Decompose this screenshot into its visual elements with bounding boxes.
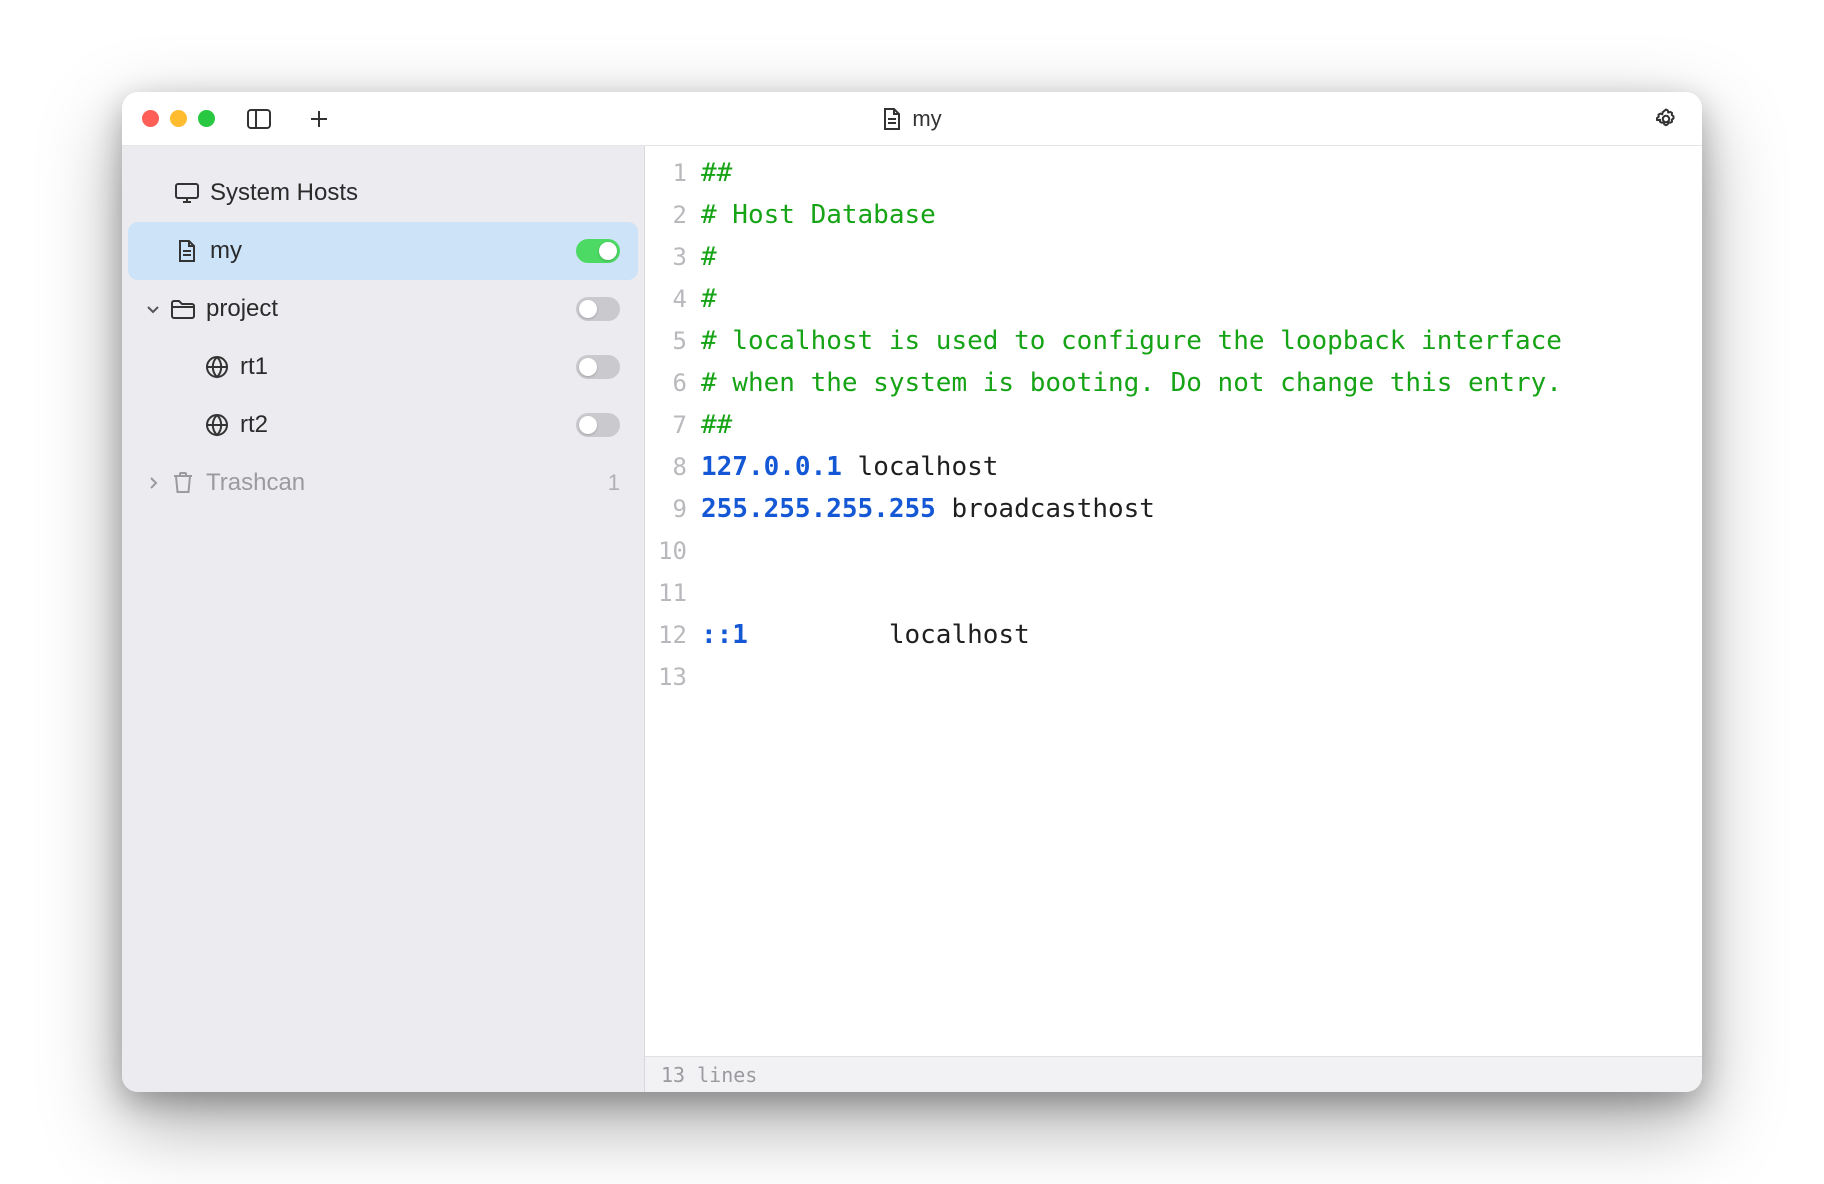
file-icon — [170, 239, 204, 263]
line-content[interactable]: 127.0.0.1 localhost — [701, 446, 998, 488]
close-window-button[interactable] — [142, 110, 159, 127]
sidebar-item-label: my — [210, 237, 576, 265]
add-button[interactable] — [303, 103, 335, 135]
sidebar-item-label: project — [206, 295, 576, 323]
folder-icon — [166, 298, 200, 320]
titlebar: my — [122, 92, 1702, 146]
editor-pane: 1##2# Host Database3#4#5# localhost is u… — [645, 146, 1702, 1092]
line-number: 7 — [645, 404, 701, 446]
editor-line[interactable]: 1## — [645, 152, 1702, 194]
file-icon — [882, 107, 902, 131]
sidebar: System Hosts my — [122, 146, 645, 1092]
line-number: 11 — [645, 572, 701, 614]
line-content[interactable]: # Host Database — [701, 194, 936, 236]
line-content[interactable]: # — [701, 236, 717, 278]
app-window: my System Hosts — [122, 92, 1702, 1092]
editor-line[interactable]: 7## — [645, 404, 1702, 446]
globe-icon — [200, 413, 234, 437]
sidebar-item-system-hosts[interactable]: System Hosts — [128, 164, 638, 222]
toggle-rt2[interactable] — [576, 413, 620, 437]
line-number: 10 — [645, 530, 701, 572]
line-number: 1 — [645, 152, 701, 194]
editor-line[interactable]: 8127.0.0.1 localhost — [645, 446, 1702, 488]
line-number: 13 — [645, 656, 701, 698]
editor-line[interactable]: 5# localhost is used to configure the lo… — [645, 320, 1702, 362]
code-editor[interactable]: 1##2# Host Database3#4#5# localhost is u… — [645, 146, 1702, 1056]
line-content[interactable]: ::1 localhost — [701, 614, 1030, 656]
line-number: 5 — [645, 320, 701, 362]
window-controls — [142, 110, 215, 127]
toggle-rt1[interactable] — [576, 355, 620, 379]
settings-button[interactable] — [1650, 103, 1682, 135]
line-number: 9 — [645, 488, 701, 530]
trash-icon — [166, 471, 200, 495]
toggle-project[interactable] — [576, 297, 620, 321]
window-title: my — [912, 106, 941, 132]
line-content[interactable]: # localhost is used to configure the loo… — [701, 320, 1562, 362]
globe-icon — [200, 355, 234, 379]
sidebar-item-my[interactable]: my — [128, 222, 638, 280]
trash-count: 1 — [608, 470, 620, 496]
editor-line[interactable]: 13 — [645, 656, 1702, 698]
minimize-window-button[interactable] — [170, 110, 187, 127]
maximize-window-button[interactable] — [198, 110, 215, 127]
sidebar-item-rt2[interactable]: rt2 — [128, 396, 638, 454]
line-number: 12 — [645, 614, 701, 656]
status-bar: 13 lines — [645, 1056, 1702, 1092]
toggle-my[interactable] — [576, 239, 620, 263]
line-number: 2 — [645, 194, 701, 236]
sidebar-item-trashcan[interactable]: Trashcan 1 — [128, 454, 638, 512]
sidebar-item-project[interactable]: project — [128, 280, 638, 338]
editor-line[interactable]: 4# — [645, 278, 1702, 320]
editor-line[interactable]: 3# — [645, 236, 1702, 278]
line-number: 4 — [645, 278, 701, 320]
editor-line[interactable]: 6# when the system is booting. Do not ch… — [645, 362, 1702, 404]
line-content[interactable]: ## — [701, 152, 732, 194]
sidebar-item-label: rt2 — [240, 411, 576, 439]
editor-line[interactable]: 12::1 localhost — [645, 614, 1702, 656]
sidebar-item-label: Trashcan — [206, 469, 598, 497]
sidebar-item-label: rt1 — [240, 353, 576, 381]
monitor-icon — [170, 182, 204, 204]
editor-line[interactable]: 9255.255.255.255 broadcasthost — [645, 488, 1702, 530]
line-number: 3 — [645, 236, 701, 278]
editor-line[interactable]: 10 — [645, 530, 1702, 572]
line-number: 8 — [645, 446, 701, 488]
toggle-sidebar-button[interactable] — [243, 103, 275, 135]
editor-line[interactable]: 2# Host Database — [645, 194, 1702, 236]
sidebar-item-rt1[interactable]: rt1 — [128, 338, 638, 396]
line-number: 6 — [645, 362, 701, 404]
line-content[interactable]: # — [701, 278, 717, 320]
editor-line[interactable]: 11 — [645, 572, 1702, 614]
line-content[interactable]: # when the system is booting. Do not cha… — [701, 362, 1562, 404]
line-content[interactable]: 255.255.255.255 broadcasthost — [701, 488, 1155, 530]
chevron-down-icon — [140, 301, 166, 317]
sidebar-item-label: System Hosts — [210, 179, 620, 207]
status-text: 13 lines — [661, 1063, 757, 1087]
line-content[interactable]: ## — [701, 404, 732, 446]
chevron-right-icon — [140, 475, 166, 491]
